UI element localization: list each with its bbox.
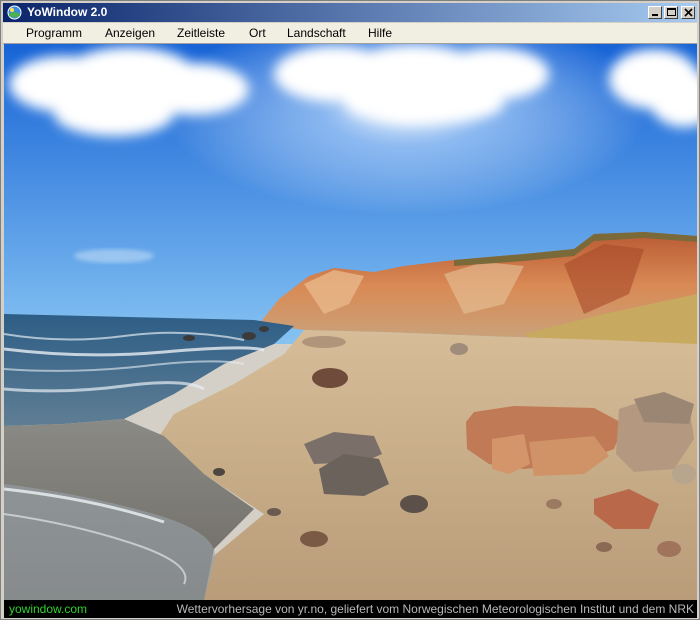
menu-zeitleiste[interactable]: Zeitleiste — [174, 25, 228, 41]
menu-programm[interactable]: Programm — [23, 25, 85, 41]
menu-bar: Programm Anzeigen Zeitleiste Ort Landsch… — [3, 23, 697, 44]
maximize-button[interactable] — [664, 6, 678, 19]
close-button[interactable] — [681, 6, 695, 19]
window-title: YoWindow 2.0 — [27, 5, 108, 19]
maximize-icon — [667, 8, 676, 16]
website-link[interactable]: yowindow.com — [9, 601, 87, 617]
menu-landschaft[interactable]: Landschaft — [284, 25, 349, 41]
beach-landscape-image — [4, 44, 697, 600]
menu-ort[interactable]: Ort — [246, 25, 269, 41]
status-bar: yowindow.com Wettervorhersage von yr.no,… — [4, 600, 697, 618]
title-bar[interactable]: YoWindow 2.0 — [3, 3, 697, 22]
close-icon — [684, 8, 693, 17]
forecast-credit[interactable]: Wettervorhersage von yr.no, geliefert vo… — [177, 601, 694, 617]
menu-anzeigen[interactable]: Anzeigen — [102, 25, 158, 41]
menu-hilfe[interactable]: Hilfe — [365, 25, 395, 41]
minimize-icon — [652, 14, 658, 16]
yowindow-globe-icon — [7, 5, 22, 20]
landscape-view[interactable] — [4, 44, 697, 600]
app-window: YoWindow 2.0 Programm Anzeigen Zeitleist… — [0, 0, 700, 620]
minimize-button[interactable] — [648, 6, 662, 19]
